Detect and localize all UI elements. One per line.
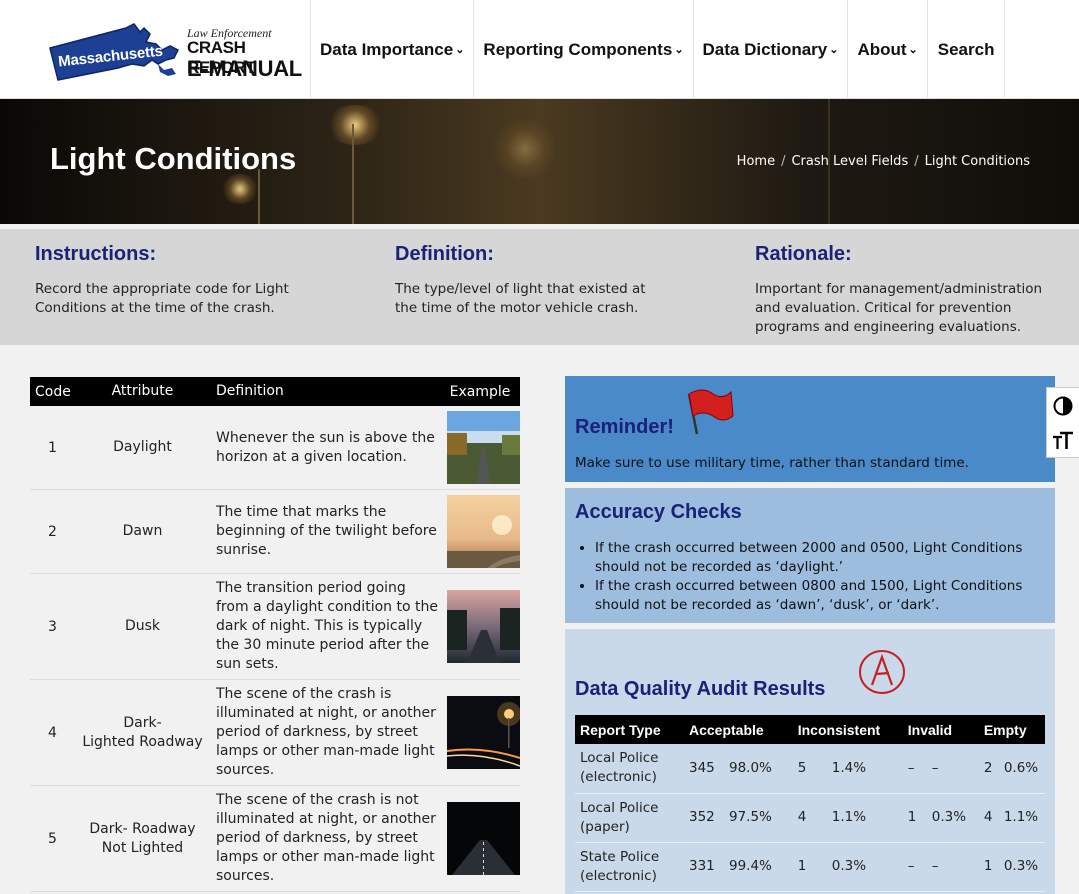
header-code: Code <box>35 383 71 400</box>
rationale-text: Important for management/administration … <box>755 281 1043 335</box>
accuracy-title: Accuracy Checks <box>575 501 742 523</box>
site-header: Massachusetts Law Enforcement CRASH REPO… <box>0 0 1079 99</box>
audit-table-header: Report Type Acceptable Inconsistent Inva… <box>575 715 1045 744</box>
reminder-title: Reminder! <box>575 416 674 438</box>
definition-section: Definition: The type/level of light that… <box>395 243 695 318</box>
dusk-example-image <box>447 590 520 663</box>
dark-lighted-roadway-example-image <box>447 696 520 769</box>
contrast-toggle[interactable] <box>1047 388 1079 423</box>
contrast-icon <box>1053 396 1073 415</box>
nav-about[interactable]: About ⌄ <box>847 0 926 99</box>
accessibility-toolbar <box>1046 387 1079 458</box>
definition-title: Definition: <box>395 243 494 265</box>
table-row: Local Police (paper) 352 97.5% 4 1.1% 1 … <box>575 793 1045 843</box>
grade-a-icon <box>859 650 905 694</box>
site-logo[interactable]: Massachusetts Law Enforcement CRASH REPO… <box>48 18 306 82</box>
daylight-example-image <box>447 411 520 484</box>
chevron-down-icon: ⌄ <box>455 44 465 56</box>
header-definition: Definition <box>216 383 284 399</box>
reminder-text: Make sure to use military time, rather t… <box>575 455 969 471</box>
definition-text: The type/level of light that existed at … <box>395 281 646 316</box>
info-band: Instructions: Record the appropriate cod… <box>0 229 1079 345</box>
nav-search[interactable]: Search <box>926 0 1005 99</box>
nav-reporting-components[interactable]: Reporting Components ⌄ <box>473 0 692 99</box>
red-flag-icon <box>687 389 734 435</box>
audit-table: Report Type Acceptable Inconsistent Inva… <box>575 715 1045 892</box>
breadcrumb-home[interactable]: Home <box>737 154 775 169</box>
accuracy-list: If the crash occurred between 2000 and 0… <box>595 539 1035 615</box>
text-size-toggle[interactable] <box>1047 423 1079 458</box>
codes-table-header: Code Attribute Definition Example <box>30 377 520 406</box>
rationale-title: Rationale: <box>755 243 852 265</box>
lamp-pole <box>258 169 260 224</box>
nav-data-dictionary[interactable]: Data Dictionary ⌄ <box>692 0 848 99</box>
page-title: Light Conditions <box>50 141 297 176</box>
breadcrumb-crash-level-fields[interactable]: Crash Level Fields <box>791 154 908 169</box>
header-attribute: Attribute <box>111 383 174 399</box>
list-item: If the crash occurred between 2000 and 0… <box>595 539 1035 577</box>
street-lamp-glow <box>220 174 260 204</box>
table-row: 2 Dawn The time that marks the beginning… <box>30 490 520 574</box>
rationale-section: Rationale: Important for management/admi… <box>755 243 1055 337</box>
breadcrumb: Home / Crash Level Fields / Light Conditions <box>736 154 1030 169</box>
ambient-glow <box>490 119 560 179</box>
table-row: 5 Dark- Roadway Not Lighted The scene of… <box>30 786 520 892</box>
lamp-pole <box>352 124 354 224</box>
nav-data-importance[interactable]: Data Importance ⌄ <box>310 0 473 99</box>
text-size-icon <box>1053 431 1073 449</box>
table-row: 1 Daylight Whenever the sun is above the… <box>30 406 520 490</box>
chevron-down-icon: ⌄ <box>674 44 684 56</box>
list-item: If the crash occurred between 0800 and 1… <box>595 577 1035 615</box>
dawn-example-image <box>447 495 520 568</box>
header-example: Example <box>449 383 511 400</box>
instructions-text: Record the appropriate code for Light Co… <box>35 281 289 316</box>
table-row: Local Police (electronic) 345 98.0% 5 1.… <box>575 744 1045 794</box>
logo-line3: E-MANUAL <box>187 56 302 81</box>
instructions-title: Instructions: <box>35 243 157 265</box>
codes-table: Code Attribute Definition Example 1 Dayl… <box>30 377 520 892</box>
reminder-panel: Reminder! Make sure to use military time… <box>565 376 1055 482</box>
main-nav: Data Importance ⌄ Reporting Components ⌄ D… <box>310 0 1005 99</box>
audit-title: Data Quality Audit Results <box>575 678 826 700</box>
breadcrumb-current: Light Conditions <box>924 154 1030 169</box>
accuracy-checks-panel: Accuracy Checks If the crash occurred be… <box>565 488 1055 623</box>
chevron-down-icon: ⌄ <box>908 44 918 56</box>
audit-results-panel: Data Quality Audit Results Report Type A… <box>565 629 1055 894</box>
dark-not-lighted-example-image <box>447 802 520 875</box>
table-row: 4 Dark- Lighted Roadway The scene of the… <box>30 680 520 786</box>
instructions-section: Instructions: Record the appropriate cod… <box>35 243 335 318</box>
table-row: 3 Dusk The transition period going from … <box>30 574 520 680</box>
table-row: State Police (electronic) 331 99.4% 1 0.… <box>575 842 1045 892</box>
chevron-down-icon: ⌄ <box>829 44 839 56</box>
hero-banner: Light Conditions Home / Crash Level Fields… <box>0 99 1079 224</box>
street-lamp-glow <box>325 105 385 145</box>
